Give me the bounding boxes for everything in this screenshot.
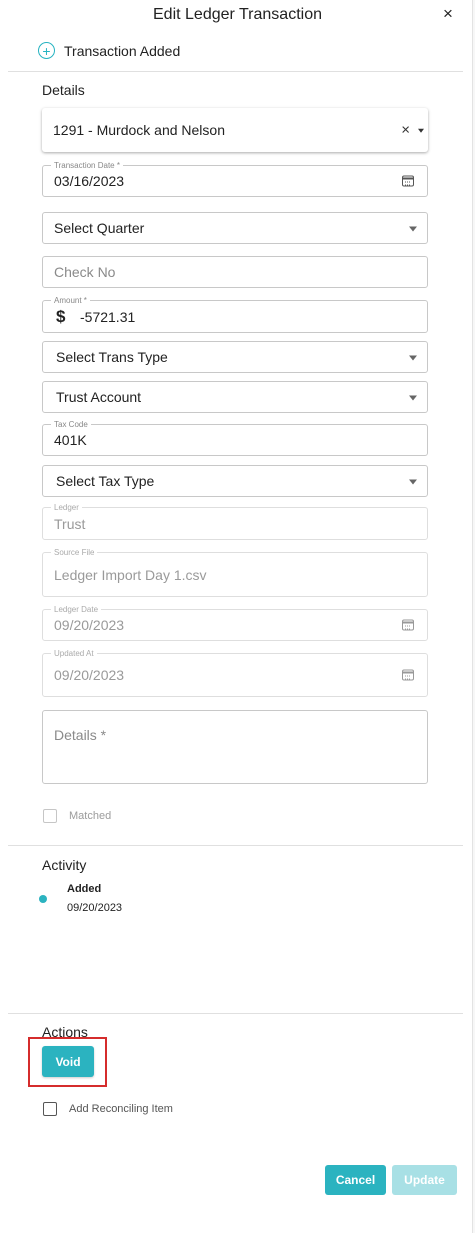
account-value: Trust Account	[56, 389, 142, 405]
chevron-down-icon[interactable]	[409, 479, 417, 485]
divider	[8, 845, 463, 846]
calendar-icon[interactable]	[402, 175, 414, 187]
matched-label: Matched	[69, 810, 112, 822]
transaction-date-value: 03/16/2023	[54, 173, 125, 189]
source-file-value: Ledger Import Day 1.csv	[54, 566, 207, 583]
dollar-icon: $	[56, 306, 66, 326]
chevron-down-icon[interactable]	[409, 395, 417, 401]
check-no-input[interactable]: Check No	[42, 256, 428, 288]
details-textarea[interactable]: Details *	[42, 710, 428, 784]
transaction-date-label: Transaction Date *	[51, 160, 123, 171]
activity-section-title: Activity	[42, 857, 87, 873]
source-file-label: Source File	[51, 547, 98, 558]
check-no-placeholder: Check No	[54, 264, 116, 280]
transaction-date-field[interactable]: Transaction Date * 03/16/2023	[42, 160, 428, 197]
chevron-down-icon[interactable]	[418, 128, 424, 133]
status-text: Transaction Added	[64, 42, 181, 59]
account-select[interactable]: Trust Account	[42, 381, 428, 413]
ledger-date-label: Ledger Date	[51, 604, 102, 615]
tax-type-placeholder: Select Tax Type	[56, 473, 155, 489]
updated-at-field: Updated At 09/20/2023	[42, 648, 428, 697]
matched-checkbox-row: Matched	[43, 809, 111, 823]
ledger-date-field: Ledger Date 09/20/2023	[42, 604, 428, 641]
reconciling-checkbox[interactable]	[43, 1102, 57, 1116]
client-value: 1291 - Murdock and Nelson	[53, 122, 225, 138]
ledger-value: Trust	[54, 515, 86, 532]
quarter-select[interactable]: Select Quarter	[42, 212, 428, 244]
void-button[interactable]: Void	[42, 1046, 94, 1077]
amount-label: Amount *	[51, 295, 90, 306]
divider	[8, 71, 463, 72]
ledger-field: Ledger Trust	[42, 502, 428, 540]
calendar-icon	[402, 619, 414, 631]
trans-type-placeholder: Select Trans Type	[56, 349, 168, 365]
details-placeholder: Details *	[54, 727, 107, 743]
reconciling-checkbox-row[interactable]: Add Reconciling Item	[43, 1102, 173, 1116]
updated-at-value: 09/20/2023	[54, 667, 125, 683]
amount-value: -5721.31	[80, 308, 136, 325]
calendar-icon	[402, 669, 414, 681]
tax-code-field[interactable]: Tax Code 401K	[42, 419, 428, 456]
activity-dot-icon	[39, 895, 47, 903]
chevron-down-icon[interactable]	[409, 226, 417, 232]
chevron-down-icon[interactable]	[409, 355, 417, 361]
update-button[interactable]: Update	[392, 1165, 457, 1195]
matched-checkbox	[43, 809, 57, 823]
panel-title: Edit Ledger Transaction	[153, 6, 322, 23]
quarter-placeholder: Select Quarter	[54, 220, 145, 236]
status-row: + Transaction Added	[38, 42, 180, 59]
source-file-field: Source File Ledger Import Day 1.csv	[42, 547, 428, 597]
ledger-label: Ledger	[51, 502, 82, 513]
divider	[8, 1013, 463, 1014]
cancel-button[interactable]: Cancel	[325, 1165, 386, 1195]
details-section-title: Details	[42, 82, 85, 98]
reconciling-label: Add Reconciling Item	[69, 1103, 173, 1115]
ledger-date-value: 09/20/2023	[54, 617, 125, 633]
edit-ledger-transaction-panel: Edit Ledger Transaction × + Transaction …	[0, 0, 475, 1233]
tax-code-label: Tax Code	[51, 419, 91, 430]
activity-item-date: 09/20/2023	[67, 902, 123, 914]
trans-type-select[interactable]: Select Trans Type	[42, 341, 428, 373]
plus-circle-icon: +	[38, 42, 55, 59]
clear-icon[interactable]: ×	[401, 122, 410, 139]
client-select[interactable]: 1291 - Murdock and Nelson ×	[42, 108, 428, 152]
activity-item-title: Added	[67, 883, 102, 895]
tax-code-value: 401K	[54, 432, 87, 448]
updated-at-label: Updated At	[51, 648, 97, 659]
amount-field[interactable]: Amount * $ -5721.31	[42, 295, 428, 333]
tax-type-select[interactable]: Select Tax Type	[42, 465, 428, 497]
close-icon[interactable]: ×	[443, 4, 453, 24]
